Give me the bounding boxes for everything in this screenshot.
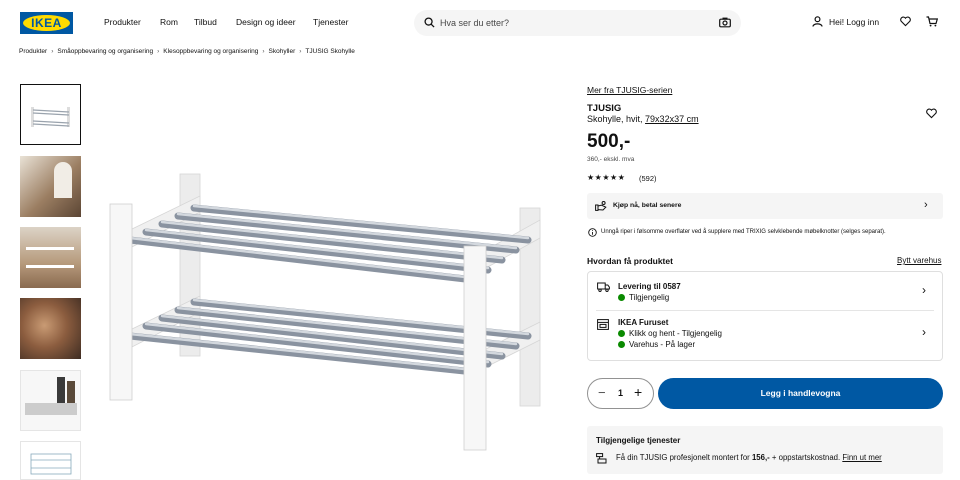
shipping-title: Levering til 0587	[618, 282, 681, 291]
shipping-row[interactable]: Levering til 0587 Tilgjengelig ›	[588, 272, 942, 310]
services-heading: Tilgjengelige tjenester	[596, 436, 681, 445]
breadcrumb-item[interactable]: Småoppbevaring og organisering	[57, 48, 153, 55]
nav-rom[interactable]: Rom	[160, 17, 178, 27]
chevron-right-icon: ›	[299, 48, 302, 55]
services-price: 156,-	[751, 453, 770, 462]
search-input[interactable]: Hva ser du etter?	[440, 18, 509, 28]
thumbnail-shoes-closeup[interactable]	[20, 298, 81, 359]
add-to-cart-button[interactable]: Legg i handlevogna	[658, 378, 943, 409]
breadcrumb: Produkter › Småoppbevaring og organisering…	[19, 48, 355, 55]
nav-produkter[interactable]: Produkter	[104, 17, 141, 27]
availability-box: Levering til 0587 Tilgjengelig › IKEA Fu…	[587, 271, 943, 361]
ikea-logo[interactable]: IKEA	[20, 12, 73, 34]
star-half-icon: ★	[617, 173, 626, 182]
rating-stars[interactable]: ★★★★★	[587, 173, 625, 182]
quantity-stepper[interactable]: − 1 +	[587, 378, 654, 409]
review-count[interactable]: (592)	[639, 174, 657, 183]
hand-coin-icon	[595, 201, 607, 211]
services-box: Tilgjengelige tjenester Få din TJUSIG pr…	[587, 426, 943, 474]
search-icon	[424, 17, 435, 28]
truck-icon	[597, 282, 610, 292]
product-description: Skohylle, hvit, 79x32x37 cm	[587, 114, 699, 124]
chevron-right-icon: ›	[157, 48, 160, 55]
delivery-heading: Hvordan få produktet	[587, 256, 673, 266]
available-dot-icon	[618, 341, 625, 348]
breadcrumb-item[interactable]: Klesoppbevaring og organisering	[163, 48, 258, 55]
header: IKEA Produkter Rom Tilbud Design og idee…	[0, 0, 960, 44]
camera-icon[interactable]	[719, 17, 731, 28]
available-dot-icon	[618, 294, 625, 301]
price-ex-vat: 360,- ekskl. mva	[587, 156, 635, 163]
available-dot-icon	[618, 330, 625, 337]
plus-button[interactable]: +	[634, 384, 642, 400]
chevron-right-icon: ›	[51, 48, 54, 55]
chevron-right-icon: ›	[262, 48, 265, 55]
nav-tjenester[interactable]: Tjenester	[313, 17, 348, 27]
minus-button[interactable]: −	[598, 385, 606, 400]
login-link[interactable]: Hei! Logg inn	[829, 17, 879, 27]
info-icon	[588, 228, 597, 237]
series-link[interactable]: Mer fra TJUSIG-serien	[587, 85, 672, 95]
product-main-image[interactable]	[98, 90, 568, 470]
financing-label: Kjøp nå, betal senere	[613, 202, 682, 209]
financing-banner[interactable]: Kjøp nå, betal senere ›	[587, 193, 943, 219]
assembly-tool-icon	[596, 453, 607, 464]
breadcrumb-item[interactable]: Skohyller	[269, 48, 296, 55]
star-icon: ★	[602, 173, 611, 182]
quantity-value[interactable]: 1	[618, 388, 623, 398]
chevron-right-icon: ›	[922, 283, 926, 297]
thumbnail-boots-photo[interactable]	[20, 370, 81, 431]
thumbnail-product-white[interactable]	[20, 84, 81, 145]
change-store-link[interactable]: Bytt varehus	[897, 256, 941, 265]
nav-tilbud[interactable]: Tilbud	[194, 17, 217, 27]
favorite-heart-icon[interactable]	[926, 108, 937, 119]
services-text: Få din TJUSIG profesjonelt montert for 1…	[616, 453, 882, 462]
store-clickcollect: Klikk og hent - Tilgjengelig	[618, 329, 722, 338]
product-name: TJUSIG	[587, 103, 622, 114]
breadcrumb-item-current[interactable]: TJUSIG Skohylle	[305, 48, 355, 55]
breadcrumb-item[interactable]: Produkter	[19, 48, 47, 55]
store-title: IKEA Furuset	[618, 318, 669, 327]
store-row[interactable]: IKEA Furuset Klikk og hent - Tilgjengeli…	[588, 311, 942, 361]
thumbnail-hallway-photo[interactable]	[20, 156, 81, 217]
star-icon: ★	[610, 173, 618, 182]
nav-design-og-ideer[interactable]: Design og ideer	[236, 17, 296, 27]
store-stock: Varehus - På lager	[618, 340, 695, 349]
thumbnail-dimensions-drawing[interactable]	[20, 441, 81, 480]
product-price: 500,-	[587, 131, 631, 152]
shipping-status: Tilgjengelig	[618, 293, 669, 302]
thumbnail-shoes-photo[interactable]	[20, 227, 81, 288]
product-size-link[interactable]: 79x32x37 cm	[645, 114, 699, 124]
store-icon	[597, 319, 609, 330]
services-more-link[interactable]: Finn ut mer	[842, 453, 881, 462]
heart-icon[interactable]	[900, 16, 911, 27]
chevron-right-icon: ›	[922, 325, 926, 339]
search-bar[interactable]: Hva ser du etter?	[414, 10, 741, 36]
user-icon[interactable]	[812, 16, 823, 27]
product-notice: Unngå riper i følsomme overflater ved å …	[601, 229, 886, 235]
cart-icon[interactable]	[926, 16, 938, 27]
chevron-right-icon: ›	[924, 199, 928, 211]
star-icon: ★	[587, 173, 595, 182]
